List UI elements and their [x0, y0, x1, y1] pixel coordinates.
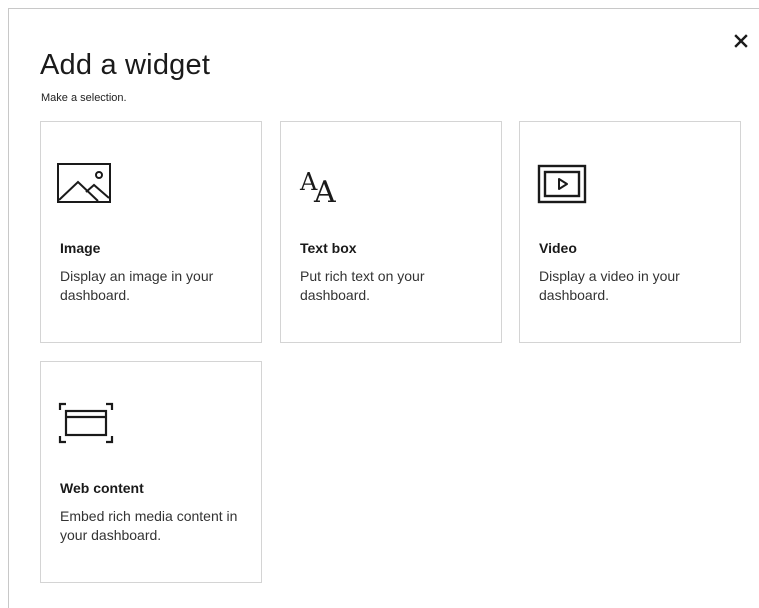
widget-tile-description: Display a video in your dashboard.: [539, 268, 680, 303]
widget-tile-title: Text box: [300, 240, 357, 256]
web-content-icon: [58, 402, 114, 444]
widget-tile-description: Display an image in your dashboard.: [60, 268, 214, 303]
text-box-icon: A A: [299, 168, 336, 208]
svg-text:A: A: [313, 175, 336, 208]
widget-tile-title: Video: [539, 240, 577, 256]
widget-tile-description: Put rich text on your dashboard.: [300, 268, 425, 303]
image-icon: [57, 163, 111, 203]
dialog-title: Add a widget: [40, 49, 211, 81]
widget-tile-text-box[interactable]: A A Text box Put rich text on your dashb…: [280, 121, 502, 343]
widget-tile-image[interactable]: Image Display an image in your dashboard…: [40, 121, 262, 343]
video-icon: [537, 164, 587, 204]
dialog-subtitle: Make a selection.: [41, 92, 127, 104]
widget-tile-web-content[interactable]: Web content Embed rich media content in …: [40, 361, 262, 583]
widget-tile-title: Image: [60, 240, 101, 256]
close-icon[interactable]: [731, 31, 751, 51]
add-widget-dialog: Add a widget Make a selection. Image Dis…: [8, 8, 759, 608]
widget-tile-description: Embed rich media content in your dashboa…: [60, 508, 238, 543]
widget-tile-title: Web content: [60, 480, 144, 496]
widget-tile-video[interactable]: Video Display a video in your dashboard.: [519, 121, 741, 343]
